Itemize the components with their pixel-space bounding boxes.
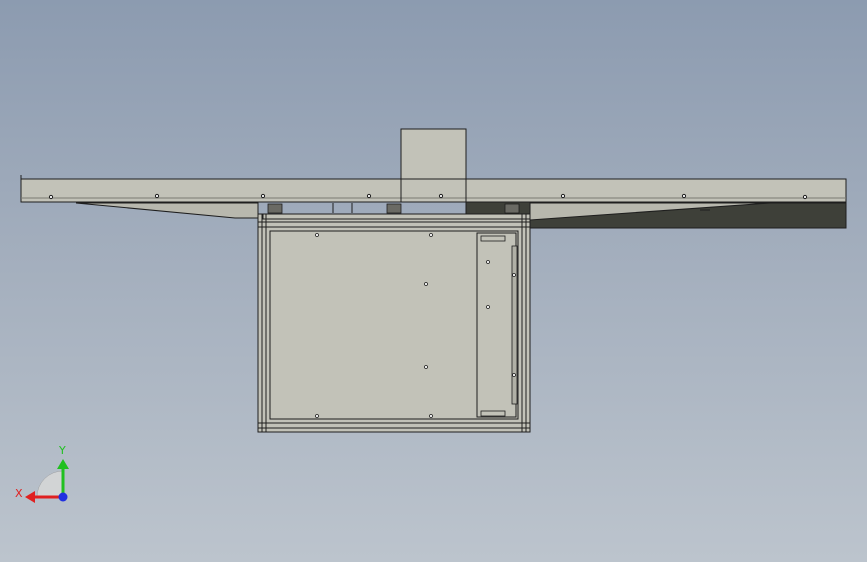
z-axis-dot-icon: [58, 492, 68, 502]
y-axis-arrow-icon: [57, 459, 69, 469]
cad-viewport[interactable]: X Y: [0, 0, 867, 562]
main-beam: [20, 178, 847, 203]
x-axis-arrow-icon: [25, 491, 35, 503]
left-gusset: [75, 202, 259, 219]
door-handle: [511, 245, 518, 405]
triad-quarter-disc: [36, 470, 64, 498]
shadow-block: [465, 200, 531, 215]
top-block: [400, 128, 467, 180]
y-axis-label: Y: [58, 444, 66, 457]
x-axis-label: X: [15, 487, 23, 500]
orientation-triad[interactable]: X Y: [15, 444, 69, 503]
